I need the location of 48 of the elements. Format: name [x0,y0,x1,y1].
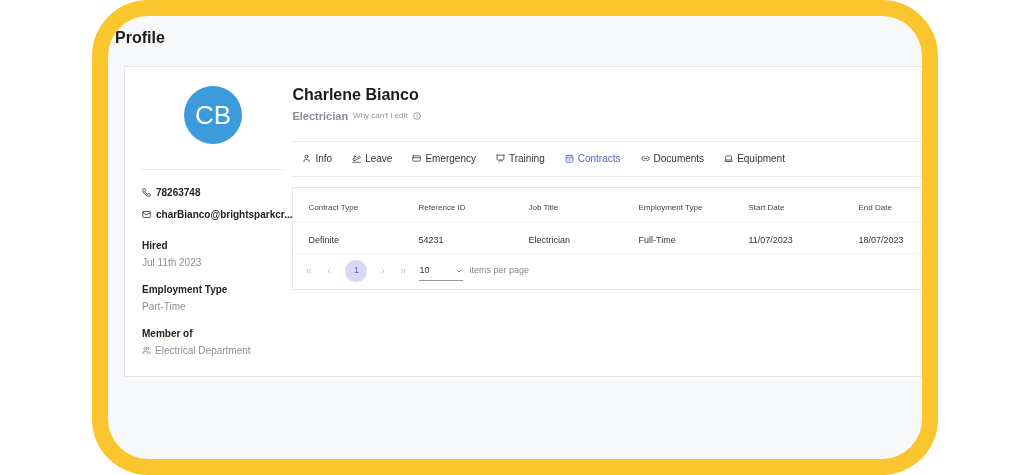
group-icon [142,346,151,355]
tab[interactable]: Leave [352,151,393,166]
board-icon [496,154,505,163]
info-icon[interactable] [412,112,421,121]
person-icon [302,154,312,163]
last-page-icon[interactable] [399,267,408,275]
edit-hint[interactable]: Why can't I edit [353,110,408,123]
column-header: Job Title [528,202,559,212]
first-page-icon[interactable] [305,267,314,275]
detail-value: Part-Time [142,300,186,314]
table-cell: 11/07/2023 [748,234,793,245]
tab[interactable]: Info [302,151,333,166]
table-cell: Electrician [528,234,570,245]
page-button[interactable]: 1 [345,260,368,282]
tab[interactable]: Equipment [724,151,785,166]
detail-label: Hired [142,239,168,253]
column-header: Start Date [748,202,785,212]
page-size-select[interactable]: 10 [419,261,464,281]
column-header: End Date [858,202,892,212]
email-address: charBianco@brightsparkcr... [156,208,293,222]
plane-icon [352,154,362,163]
detail-label: Member of [142,327,193,341]
employee-name: Charlene Bianco [292,85,419,105]
column-header: Contract Type [308,202,359,212]
phone-icon [142,188,151,197]
table-cell: Definite [308,234,339,245]
mail-icon [142,210,151,219]
laptop-icon [724,154,734,163]
phone-number: 78263748 [156,186,201,200]
calendar-icon [564,154,574,163]
page-title: Profile [115,28,165,48]
page-size-label: items per page [469,264,529,278]
table-cell: Full-Time [638,234,676,245]
tab[interactable]: Contracts [564,151,621,166]
table-cell: 18/07/2023 [858,234,904,245]
job-role: Electrician [292,109,349,124]
card-icon [412,154,422,163]
table-cell: 54231 [418,234,444,245]
column-header: Reference ID [418,202,466,212]
tab[interactable]: Emergency [412,151,476,166]
avatar: CB [184,86,242,144]
column-header: Employment Type [638,202,703,212]
link-icon [640,154,650,163]
tab[interactable]: Training [496,151,545,166]
detail-value: Jul 11th 2023 [142,256,202,270]
detail-value: Electrical Department [155,344,251,358]
detail-label: Employment Type [142,283,228,297]
tab[interactable]: Documents [640,151,705,166]
